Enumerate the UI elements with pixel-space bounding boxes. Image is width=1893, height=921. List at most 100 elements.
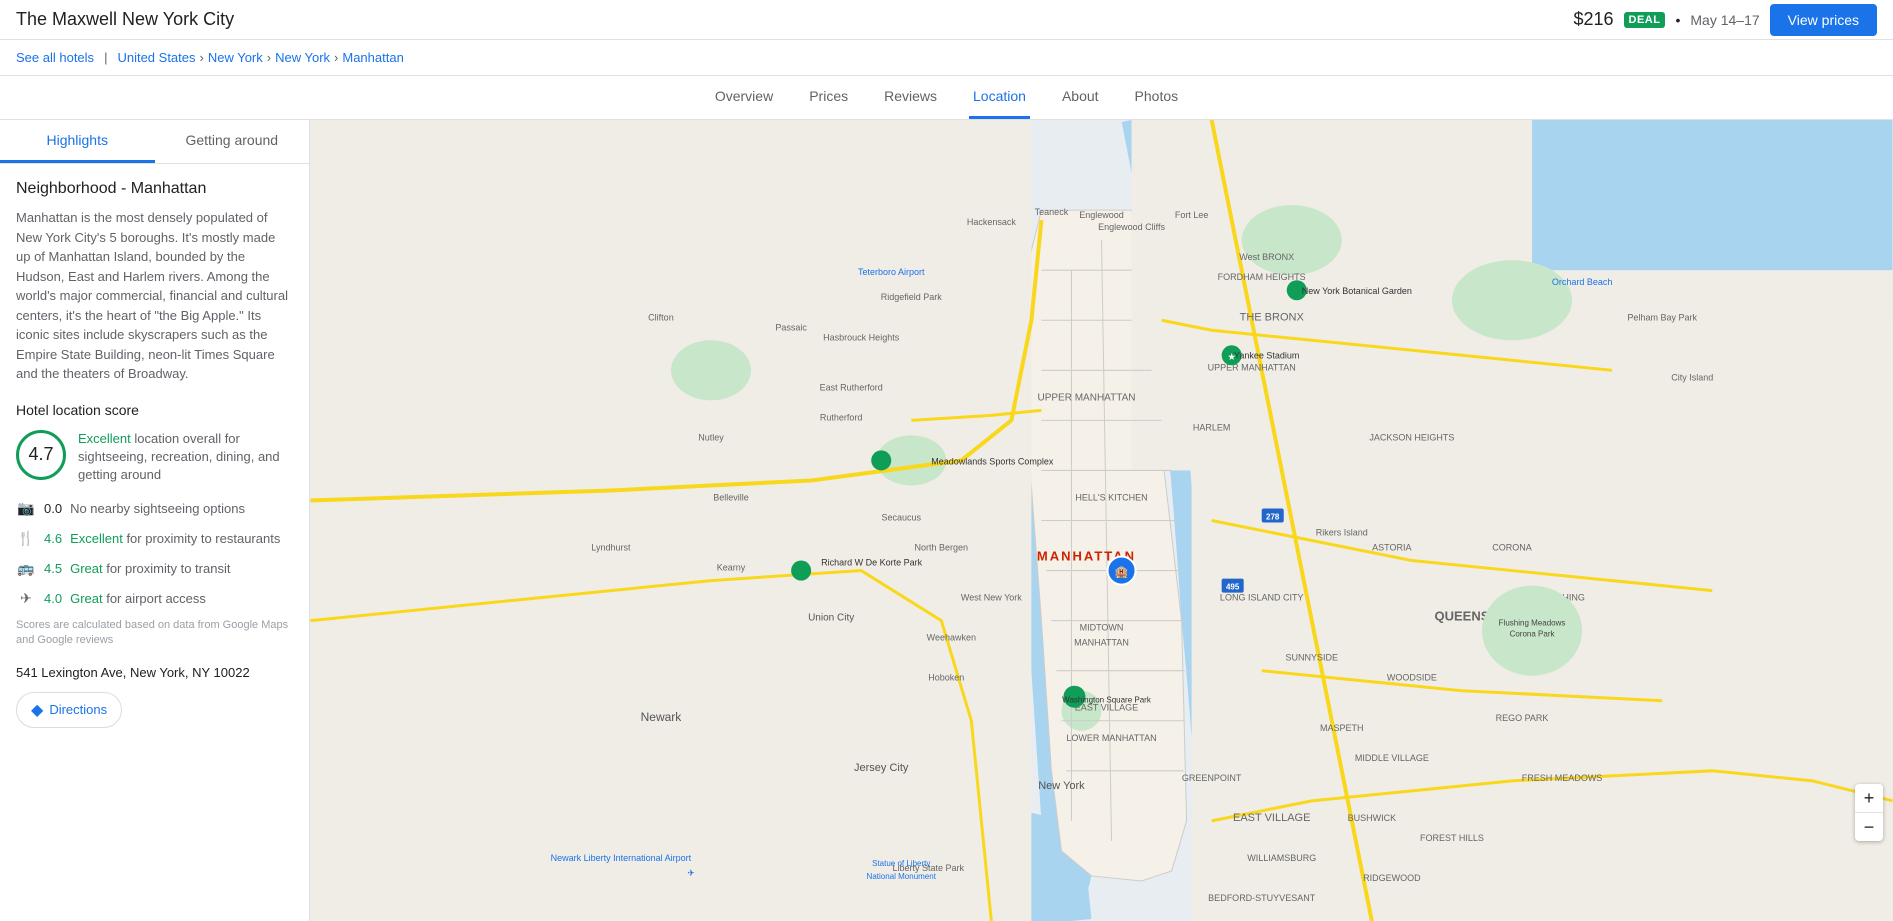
svg-text:MIDTOWN: MIDTOWN	[1080, 623, 1124, 633]
price-display: $216	[1573, 9, 1613, 30]
svg-text:West BRONX: West BRONX	[1239, 252, 1294, 262]
svg-text:Clifton: Clifton	[648, 312, 674, 322]
svg-text:ASTORIA: ASTORIA	[1372, 543, 1411, 553]
svg-text:Ridgefield Park: Ridgefield Park	[881, 292, 943, 302]
svg-text:Flushing Meadows: Flushing Meadows	[1499, 619, 1566, 628]
score-summary: 4.7 Excellent location overall for sight…	[16, 430, 293, 485]
svg-text:Pelham Bay Park: Pelham Bay Park	[1627, 312, 1697, 322]
score-label-1: Excellent for proximity to restaurants	[70, 531, 280, 546]
svg-text:Richard W De Korte Park: Richard W De Korte Park	[821, 558, 923, 568]
svg-text:Yankee Stadium: Yankee Stadium	[1234, 350, 1299, 360]
svg-text:THE BRONX: THE BRONX	[1240, 311, 1305, 323]
location-score-title: Hotel location score	[16, 402, 293, 418]
svg-text:Rikers Island: Rikers Island	[1316, 528, 1368, 538]
tab-overview[interactable]: Overview	[711, 76, 777, 119]
svg-text:JACKSON HEIGHTS: JACKSON HEIGHTS	[1369, 432, 1454, 442]
svg-text:495: 495	[1226, 583, 1240, 592]
main: Highlights Getting around Neighborhood -…	[0, 120, 1893, 921]
breadcrumb-see-all[interactable]: See all hotels	[16, 50, 94, 65]
svg-text:EAST VILLAGE: EAST VILLAGE	[1233, 812, 1310, 824]
svg-text:Meadowlands Sports Complex: Meadowlands Sports Complex	[931, 456, 1054, 466]
panel-content: Neighborhood - Manhattan Manhattan is th…	[0, 164, 309, 921]
zoom-controls: + −	[1855, 784, 1883, 841]
svg-text:City Island: City Island	[1671, 372, 1713, 382]
score-icon-3: ✈	[16, 588, 36, 608]
score-value-2: 4.5	[44, 561, 62, 576]
svg-text:BUSHWICK: BUSHWICK	[1348, 813, 1397, 823]
zoom-out-button[interactable]: −	[1855, 813, 1883, 841]
svg-text:Washington Square Park: Washington Square Park	[1062, 696, 1152, 705]
breadcrumb-manhattan[interactable]: Manhattan	[342, 50, 403, 65]
svg-text:WOODSIDE: WOODSIDE	[1387, 673, 1437, 683]
svg-text:MASPETH: MASPETH	[1320, 723, 1364, 733]
score-label-3: Great for airport access	[70, 591, 206, 606]
score-item: 🍴 4.6 Excellent for proximity to restaura…	[16, 528, 293, 548]
svg-text:Teaneck: Teaneck	[1035, 207, 1069, 217]
view-prices-button[interactable]: View prices	[1770, 4, 1877, 36]
svg-text:Englewood Cliffs: Englewood Cliffs	[1098, 222, 1165, 232]
svg-text:MIDDLE VILLAGE: MIDDLE VILLAGE	[1355, 753, 1429, 763]
svg-text:278: 278	[1266, 512, 1280, 521]
score-icon-2: 🚌	[16, 558, 36, 578]
svg-text:WILLIAMSBURG: WILLIAMSBURG	[1247, 853, 1316, 863]
svg-text:FOREST HILLS: FOREST HILLS	[1420, 833, 1484, 843]
breadcrumb-sep-1: ›	[200, 50, 204, 65]
svg-text:Passaic: Passaic	[775, 322, 807, 332]
score-circle: 4.7	[16, 430, 66, 480]
score-label-0: No nearby sightseeing options	[70, 501, 245, 516]
svg-text:New York: New York	[1038, 780, 1085, 792]
svg-text:BEDFORD-STUYVESANT: BEDFORD-STUYVESANT	[1208, 893, 1316, 903]
svg-text:North Bergen: North Bergen	[915, 543, 969, 553]
svg-text:Corona Park: Corona Park	[1510, 630, 1556, 639]
breadcrumb-united-states[interactable]: United States	[117, 50, 195, 65]
svg-text:FORDHAM HEIGHTS: FORDHAM HEIGHTS	[1218, 272, 1306, 282]
breadcrumb-new-york-state[interactable]: New York	[208, 50, 263, 65]
score-quality: Excellent	[78, 431, 131, 446]
map-svg: MANHATTAN UPPER MANHATTAN MIDTOWN MANHAT…	[310, 120, 1893, 921]
svg-text:Nutley: Nutley	[698, 432, 724, 442]
sub-tab-highlights[interactable]: Highlights	[0, 120, 155, 163]
tab-photos[interactable]: Photos	[1131, 76, 1183, 119]
sub-tab-getting-around[interactable]: Getting around	[155, 120, 310, 163]
svg-text:Belleville: Belleville	[713, 492, 749, 502]
score-icon-1: 🍴	[16, 528, 36, 548]
svg-text:HARLEM: HARLEM	[1193, 422, 1231, 432]
breadcrumb-sep-3: ›	[334, 50, 338, 65]
svg-text:RIDGEWOOD: RIDGEWOOD	[1363, 873, 1421, 883]
svg-text:UPPER MANHATTAN: UPPER MANHATTAN	[1037, 392, 1135, 403]
map-container[interactable]: MANHATTAN UPPER MANHATTAN MIDTOWN MANHAT…	[310, 120, 1893, 921]
sub-tabs: Highlights Getting around	[0, 120, 309, 164]
svg-text:Secaucus: Secaucus	[881, 513, 921, 523]
svg-text:🏨: 🏨	[1115, 566, 1129, 579]
score-value-1: 4.6	[44, 531, 62, 546]
directions-button[interactable]: ◆ Directions	[16, 692, 122, 728]
svg-text:LONG ISLAND CITY: LONG ISLAND CITY	[1220, 593, 1304, 603]
svg-text:MANHATTAN: MANHATTAN	[1074, 638, 1129, 648]
svg-text:Rutherford: Rutherford	[820, 412, 863, 422]
directions-label: Directions	[49, 702, 107, 717]
address: 541 Lexington Ave, New York, NY 10022	[16, 665, 293, 680]
score-label-2: Great for proximity to transit	[70, 561, 230, 576]
svg-text:National Monument: National Monument	[867, 872, 937, 881]
svg-text:SUNNYSIDE: SUNNYSIDE	[1286, 653, 1339, 663]
tab-about[interactable]: About	[1058, 76, 1103, 119]
svg-text:Newark Liberty International A: Newark Liberty International Airport	[551, 853, 692, 863]
header-right: $216 DEAL • May 14–17 View prices	[1573, 4, 1877, 36]
zoom-in-button[interactable]: +	[1855, 784, 1883, 812]
breadcrumb-new-york-city[interactable]: New York	[275, 50, 330, 65]
svg-text:Hasbrouck Heights: Hasbrouck Heights	[823, 332, 900, 342]
svg-text:QUEENS: QUEENS	[1434, 609, 1489, 624]
tab-location[interactable]: Location	[969, 76, 1030, 119]
svg-text:REGO PARK: REGO PARK	[1496, 713, 1549, 723]
svg-text:Union City: Union City	[808, 613, 854, 624]
svg-text:Statue of Liberty: Statue of Liberty	[872, 859, 930, 868]
svg-text:East Rutherford: East Rutherford	[820, 382, 883, 392]
tab-reviews[interactable]: Reviews	[880, 76, 941, 119]
tab-prices[interactable]: Prices	[805, 76, 852, 119]
breadcrumb: See all hotels | United States › New Yor…	[0, 40, 1893, 76]
svg-text:CORONA: CORONA	[1492, 543, 1532, 553]
svg-text:UPPER MANHATTAN: UPPER MANHATTAN	[1208, 362, 1296, 372]
score-icon-0: 📷	[16, 498, 36, 518]
neighborhood-title: Neighborhood - Manhattan	[16, 180, 293, 198]
separator: •	[1675, 12, 1680, 28]
